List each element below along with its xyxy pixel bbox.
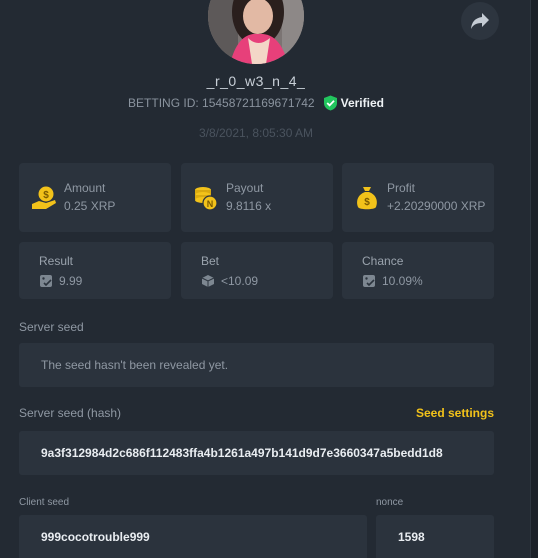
dice-icon — [201, 275, 215, 287]
server-seed-value: The seed hasn't been revealed yet. — [41, 358, 229, 372]
server-seed-hash-field[interactable]: 9a3f312984d2c686f112483ffa4b1261a497b141… — [19, 431, 494, 475]
client-seed-label: Client seed — [19, 497, 70, 508]
svg-text:N: N — [207, 199, 214, 209]
server-seed-hash-value: 9a3f312984d2c686f112483ffa4b1261a497b141… — [41, 446, 443, 460]
username: _r_0_w3_n_4_ — [206, 73, 306, 89]
money-bag-icon: $ — [357, 187, 377, 210]
server-seed-field: The seed hasn't been revealed yet. — [19, 343, 494, 387]
chance-value: 10.09% — [382, 274, 423, 288]
server-seed-label: Server seed — [19, 320, 84, 334]
profit-label: Profit — [387, 181, 416, 195]
nonce-field[interactable]: 1598 — [376, 515, 494, 558]
profit-card: $ Profit +2.20290000 XRP — [342, 163, 494, 232]
payout-card: N Payout 9.8116 x — [181, 163, 333, 232]
amount-label: Amount — [64, 181, 106, 195]
client-seed-field[interactable]: 999cocotrouble999 — [19, 515, 367, 558]
svg-text:$: $ — [364, 197, 370, 208]
coin-hand-icon: $ — [32, 186, 56, 209]
amount-value: 0.25 XRP — [64, 199, 116, 213]
server-seed-hash-label: Server seed (hash) — [19, 406, 122, 420]
seed-settings-link[interactable]: Seed settings — [400, 406, 494, 420]
bet-card: Bet <10.09 — [181, 242, 333, 299]
amount-card: $ Amount 0.25 XRP — [19, 163, 171, 232]
bet-value: <10.09 — [221, 274, 259, 288]
result-label: Result — [39, 254, 74, 268]
result-value: 9.99 — [59, 274, 83, 288]
share-button[interactable] — [461, 2, 499, 40]
dice-check-icon — [363, 275, 375, 287]
verified-shield-icon — [323, 95, 337, 111]
bet-timestamp: 3/8/2021, 8:05:30 AM — [198, 126, 314, 140]
payout-label: Payout — [226, 181, 264, 195]
coin-stack-icon: N — [195, 187, 218, 211]
avatar — [208, 0, 304, 64]
svg-text:$: $ — [43, 190, 49, 201]
profit-value: +2.20290000 XRP — [387, 199, 486, 213]
verified-label: Verified — [340, 96, 384, 110]
result-card: Result 9.99 — [19, 242, 171, 299]
betting-id-row: BETTING ID: 15458721169671742 Verified — [0, 95, 512, 111]
betting-id: BETTING ID: 15458721169671742 — [128, 96, 315, 110]
client-seed-value: 999cocotrouble999 — [41, 530, 150, 544]
nonce-value: 1598 — [398, 530, 425, 544]
payout-value: 9.8116 x — [226, 199, 272, 213]
chance-label: Chance — [362, 254, 404, 268]
bet-label: Bet — [201, 254, 220, 268]
nonce-label: nonce — [376, 497, 404, 508]
chance-card: Chance 10.09% — [342, 242, 494, 299]
verified-badge: Verified — [323, 95, 384, 111]
dice-check-icon — [40, 275, 52, 287]
share-icon — [471, 13, 489, 29]
window-edge-scrollbar — [530, 0, 538, 558]
